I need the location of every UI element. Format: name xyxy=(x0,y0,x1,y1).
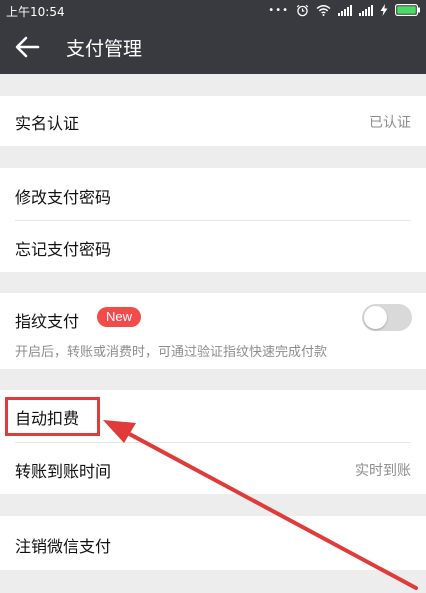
row-label: 转账到账时间 xyxy=(15,462,112,481)
transfer-time-value: 实时到账 xyxy=(355,463,411,479)
row-change-password[interactable]: 修改支付密码 xyxy=(0,168,426,220)
row-label: 忘记支付密码 xyxy=(15,240,112,259)
battery-icon xyxy=(395,4,420,16)
status-time: 上午10:54 xyxy=(6,5,65,19)
page-title: 支付管理 xyxy=(66,38,143,60)
section-verify: 实名认证 已认证 xyxy=(0,96,426,146)
more-dots-icon: ••• xyxy=(268,4,289,16)
highlight-box xyxy=(5,397,100,436)
section-cancel: 注销微信支付 xyxy=(0,516,426,570)
fingerprint-toggle[interactable] xyxy=(362,304,412,331)
app-header: 支付管理 xyxy=(0,20,426,74)
row-label: 实名认证 xyxy=(15,114,80,133)
row-label: 注销微信支付 xyxy=(15,537,112,556)
section-fingerprint: 指纹支付 New 开启后，转账或消费时，可通过验证指纹快速完成付款 xyxy=(0,293,426,369)
new-badge: New xyxy=(97,307,142,327)
signal-icon xyxy=(338,5,352,16)
verify-status: 已认证 xyxy=(369,115,411,131)
row-label: 修改支付密码 xyxy=(15,188,112,207)
fingerprint-description: 开启后，转账或消费时，可通过验证指纹快速完成付款 xyxy=(15,345,328,360)
row-cancel-wechat-pay[interactable]: 注销微信支付 xyxy=(0,516,426,570)
alarm-icon xyxy=(296,4,309,16)
row-forgot-password[interactable]: 忘记支付密码 xyxy=(0,221,426,272)
signal-icon xyxy=(359,5,373,16)
row-transfer-time[interactable]: 转账到账时间 实时到账 xyxy=(0,443,426,494)
wifi-icon xyxy=(316,5,331,16)
status-bar: 上午10:54 ••• xyxy=(0,0,426,20)
charging-icon xyxy=(380,4,388,16)
fingerprint-label: 指纹支付 xyxy=(15,312,80,331)
section-password: 修改支付密码 忘记支付密码 xyxy=(0,168,426,272)
toggle-knob xyxy=(364,306,387,329)
arrow-left-icon[interactable] xyxy=(14,35,40,59)
row-real-name-verify[interactable]: 实名认证 已认证 xyxy=(0,96,426,146)
